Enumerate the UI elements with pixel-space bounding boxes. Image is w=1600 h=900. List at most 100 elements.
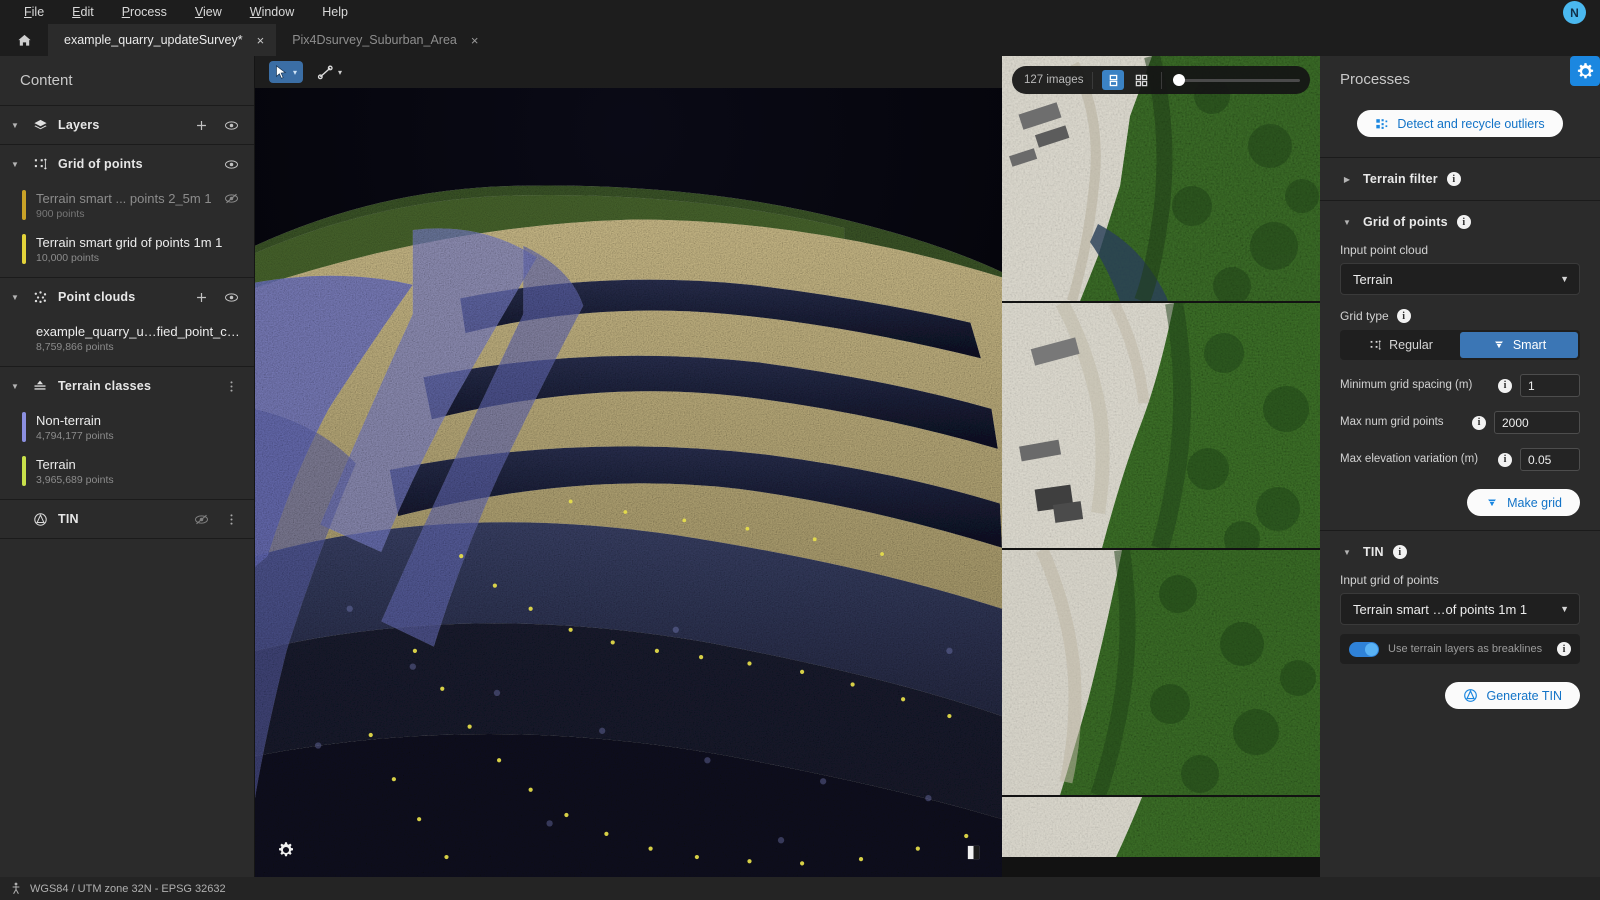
sidebar-section-grid-of-points[interactable]: ▼ Grid of points: [0, 145, 254, 183]
tab-example-quarry[interactable]: example_quarry_updateSurvey* ×: [48, 24, 276, 56]
gallery-size-slider[interactable]: [1171, 71, 1302, 89]
measure-tool[interactable]: ▾: [313, 61, 348, 84]
menu-process[interactable]: Process: [108, 2, 181, 22]
point-cloud-canvas: [255, 88, 1002, 877]
chevron-down-icon[interactable]: ▼: [8, 382, 22, 391]
chevron-down-icon[interactable]: ▾: [336, 68, 344, 77]
tab-label: example_quarry_updateSurvey*: [64, 33, 243, 47]
menu-help[interactable]: Help: [308, 2, 362, 22]
sidebar-section-label: Terrain classes: [58, 379, 212, 393]
list-item[interactable]: Terrain smart grid of points 1m 1 10,000…: [0, 227, 254, 271]
info-icon[interactable]: i: [1498, 379, 1512, 393]
tab-close-icon[interactable]: ×: [471, 34, 479, 47]
info-icon[interactable]: i: [1447, 172, 1461, 186]
toggle-layers-visibility-button[interactable]: [220, 114, 242, 136]
tin-header[interactable]: ▼ TIN i: [1340, 545, 1580, 559]
tin-icon: [1463, 688, 1478, 703]
point-cloud-render[interactable]: [255, 88, 1002, 877]
menu-edit[interactable]: Edit: [58, 2, 108, 22]
layer-name: Non-terrain: [36, 413, 242, 428]
navigation-cube-icon: [965, 844, 982, 861]
toggle-point-clouds-visibility-button[interactable]: [220, 286, 242, 308]
info-icon[interactable]: i: [1498, 453, 1512, 467]
tab-bar: example_quarry_updateSurvey* × Pix4Dsurv…: [0, 24, 1600, 56]
gallery-single-view-button[interactable]: [1102, 70, 1124, 90]
terrain-classes-menu-button[interactable]: [220, 375, 242, 397]
gallery-grid-view-button[interactable]: [1130, 70, 1152, 90]
tab-close-icon[interactable]: ×: [257, 34, 265, 47]
chevron-down-icon[interactable]: ▼: [8, 160, 22, 169]
sidebar-section-layers[interactable]: ▼ Layers: [0, 106, 254, 144]
sidebar-section-tin[interactable]: ▼ TIN: [0, 500, 254, 538]
navigation-cube-button[interactable]: [962, 841, 984, 863]
chevron-down-icon[interactable]: ▼: [8, 121, 22, 130]
grid-of-points-header[interactable]: ▼ Grid of points i: [1340, 215, 1580, 229]
chevron-down-icon[interactable]: ▼: [1340, 548, 1354, 557]
info-icon[interactable]: i: [1397, 309, 1411, 323]
info-icon[interactable]: i: [1457, 215, 1471, 229]
sidebar-section-label: TIN: [58, 512, 182, 526]
list-item[interactable]: Non-terrain 4,794,177 points: [0, 405, 254, 449]
menu-file[interactable]: File: [10, 2, 58, 22]
eye-slash-icon[interactable]: [220, 187, 242, 209]
home-button[interactable]: [0, 24, 48, 56]
detect-recycle-outliers-button[interactable]: Detect and recycle outliers: [1357, 110, 1562, 137]
sidebar-section-terrain-classes[interactable]: ▼ Terrain classes: [0, 367, 254, 405]
select-tool[interactable]: ▾: [269, 61, 303, 83]
list-item[interactable]: example_quarry_u…fied_point_cloud 8,759,…: [0, 316, 254, 360]
generate-tin-button[interactable]: Generate TIN: [1445, 682, 1580, 709]
sidebar-section-label: Grid of points: [58, 157, 212, 171]
home-icon: [17, 33, 32, 48]
tab-pix4dsurvey-suburban[interactable]: Pix4Dsurvey_Suburban_Area ×: [276, 24, 490, 56]
processing-settings-button[interactable]: [1570, 56, 1600, 86]
grid-type-smart-button[interactable]: Smart: [1460, 332, 1578, 358]
avatar[interactable]: N: [1563, 1, 1586, 24]
layer-point-count: 10,000 points: [36, 252, 242, 264]
menu-window[interactable]: Window: [236, 2, 308, 22]
max-num-grid-points-row: Max num grid points i 2000: [1340, 411, 1580, 434]
chevron-right-icon[interactable]: ▶: [1340, 175, 1354, 184]
menu-view[interactable]: View: [181, 2, 236, 22]
add-point-cloud-button[interactable]: [190, 286, 212, 308]
single-pane-icon: [1107, 74, 1120, 87]
aerial-thumbnail[interactable]: [1002, 303, 1320, 548]
info-icon[interactable]: i: [1393, 545, 1407, 559]
max-num-grid-points-input[interactable]: 2000: [1494, 411, 1580, 434]
input-grid-of-points-select[interactable]: Terrain smart …of points 1m 1 ▼: [1340, 593, 1580, 625]
toggle-grid-visibility-button[interactable]: [220, 153, 242, 175]
info-icon[interactable]: i: [1472, 416, 1486, 430]
divider: [0, 538, 254, 539]
chevron-down-icon[interactable]: ▼: [1340, 218, 1354, 227]
grid-type-regular-button[interactable]: Regular: [1342, 332, 1460, 358]
use-terrain-layers-as-breaklines-toggle[interactable]: [1349, 642, 1379, 657]
input-point-cloud-select[interactable]: Terrain ▼: [1340, 263, 1580, 295]
processes-panel: Processes Detect and recycle outliers: [1320, 56, 1600, 877]
smart-grid-icon: [1492, 338, 1506, 352]
make-grid-button[interactable]: Make grid: [1467, 489, 1580, 516]
terrain-filter-section[interactable]: ▶ Terrain filter i: [1320, 158, 1600, 200]
aerial-thumbnail[interactable]: [1002, 797, 1320, 857]
info-icon[interactable]: i: [1557, 642, 1571, 656]
slider-knob[interactable]: [1173, 74, 1185, 86]
aerial-thumbnail[interactable]: [1002, 550, 1320, 795]
add-layer-button[interactable]: [190, 114, 212, 136]
chevron-down-icon[interactable]: ▼: [8, 293, 22, 302]
processing-settings-icon: [1576, 62, 1595, 81]
grid-type-label: Grid type: [1340, 309, 1389, 323]
tin-eye-slash-icon[interactable]: [190, 508, 212, 530]
terrain-filter-label: Terrain filter: [1363, 172, 1438, 186]
list-item[interactable]: Terrain smart ... points 2_5m 1 900 poin…: [0, 183, 254, 227]
viewport-settings-button[interactable]: [273, 837, 299, 863]
3d-viewport[interactable]: ▾ ▾: [255, 56, 1002, 877]
min-grid-spacing-input[interactable]: 1: [1520, 374, 1580, 397]
tin-menu-button[interactable]: [220, 508, 242, 530]
tin-icon: [30, 512, 50, 527]
chevron-down-icon[interactable]: ▼: [1560, 274, 1569, 284]
max-elevation-variation-input[interactable]: 0.05: [1520, 448, 1580, 471]
grid-type-smart-label: Smart: [1513, 338, 1546, 352]
chevron-down-icon[interactable]: ▾: [291, 68, 299, 77]
chevron-down-icon[interactable]: ▼: [1560, 604, 1569, 614]
list-item[interactable]: Terrain 3,965,689 points: [0, 449, 254, 493]
grid-type-regular-label: Regular: [1389, 338, 1433, 352]
sidebar-section-point-clouds[interactable]: ▼ Point clouds: [0, 278, 254, 316]
